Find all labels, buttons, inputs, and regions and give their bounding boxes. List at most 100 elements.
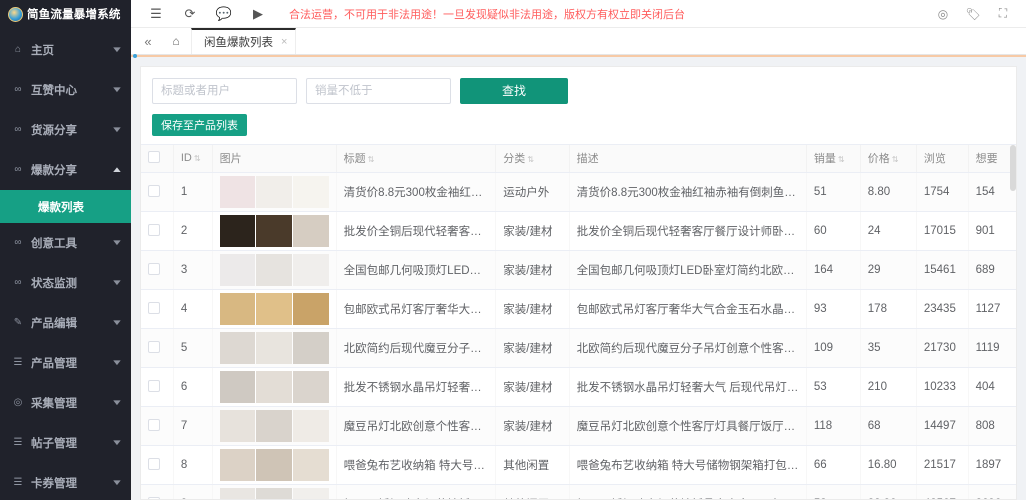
select-all-checkbox[interactable]	[148, 150, 160, 163]
table-row[interactable]: 7 魔豆吊灯北欧创意个性客厅灯具餐厅...家装/建材魔豆吊灯北欧创意个性客厅灯具餐…	[141, 406, 1016, 446]
row-checkbox-cell[interactable]	[141, 367, 174, 407]
sidebar-item-2[interactable]: ∞ 货源分享 ▼	[0, 110, 131, 150]
row-checkbox-cell[interactable]	[141, 328, 174, 368]
product-thumbnail[interactable]	[293, 488, 329, 499]
min-sales-input[interactable]	[306, 77, 451, 104]
sidebar-logo[interactable]: 简鱼流量暴增系统	[0, 0, 131, 28]
product-thumbnail[interactable]	[293, 410, 329, 442]
cell-title[interactable]: 喂爸兔布艺收纳箱 特大号储物钢架...	[336, 445, 497, 485]
cell-images[interactable]	[212, 250, 337, 290]
product-thumbnail[interactable]	[219, 332, 256, 364]
product-thumbnail[interactable]	[293, 371, 329, 403]
chat-icon[interactable]: 💬	[207, 0, 241, 28]
row-checkbox-cell[interactable]	[141, 484, 174, 499]
product-thumbnail[interactable]	[256, 332, 292, 364]
vertical-scrollbar[interactable]	[1010, 144, 1016, 191]
row-checkbox[interactable]	[148, 184, 160, 197]
row-checkbox[interactable]	[148, 457, 160, 470]
product-thumbnail[interactable]	[293, 449, 329, 481]
product-thumbnail[interactable]	[219, 176, 256, 208]
table-row[interactable]: 1 清货价8.8元300枚金袖红袖赤袖有倒...运动户外清货价8.8元300枚金袖…	[141, 172, 1016, 212]
sort-icon[interactable]: ⇅	[527, 155, 534, 164]
table-row[interactable]: 6 批发不锈钢水晶吊灯轻奢大气 后现...家装/建材批发不锈钢水晶吊灯轻奢大气 后…	[141, 367, 1016, 407]
cell-images[interactable]	[212, 484, 337, 499]
product-thumbnail[interactable]	[256, 371, 292, 403]
tab-hot-product-list[interactable]: 闲鱼爆款列表 ×	[191, 28, 297, 54]
tag-icon[interactable]: 🏷	[958, 0, 988, 28]
sort-icon[interactable]: ⇅	[368, 155, 375, 164]
sidebar-item-6[interactable]: ✎ 产品编辑 ▼	[0, 303, 131, 343]
product-thumbnail[interactable]	[219, 215, 256, 247]
product-thumbnail[interactable]	[293, 332, 329, 364]
cell-images[interactable]	[212, 367, 337, 407]
product-thumbnail[interactable]	[293, 176, 329, 208]
product-thumbnail[interactable]	[256, 449, 292, 481]
search-button[interactable]: 查找	[460, 77, 568, 104]
sidebar-item-5[interactable]: ∞ 状态监测 ▼	[0, 263, 131, 303]
column-header-6[interactable]: 销量 ⇅	[806, 144, 861, 173]
product-thumbnail[interactable]	[219, 254, 256, 286]
cell-title[interactable]: 加厚不锈钢晾衣架落地折叠室内家用...	[336, 484, 497, 499]
cell-images[interactable]	[212, 328, 337, 368]
row-checkbox[interactable]	[148, 301, 160, 314]
sidebar-item-10[interactable]: ☰ 卡券管理 ▼	[0, 463, 131, 500]
cell-title[interactable]: 批发不锈钢水晶吊灯轻奢大气 后现...	[336, 367, 497, 407]
palette-icon[interactable]: ◎	[928, 0, 958, 28]
table-row[interactable]: 3 全国包邮几何吸顶灯LED卧室灯简约...家装/建材全国包邮几何吸顶灯LED卧室…	[141, 250, 1016, 290]
row-checkbox-cell[interactable]	[141, 172, 174, 212]
cell-images[interactable]	[212, 406, 337, 446]
menu-collapse-icon[interactable]: ☰	[139, 0, 173, 28]
home-icon[interactable]: ⌂	[161, 28, 191, 54]
row-checkbox-cell[interactable]	[141, 250, 174, 290]
row-checkbox-cell[interactable]	[141, 445, 174, 485]
row-checkbox[interactable]	[148, 496, 160, 499]
product-thumbnail[interactable]	[293, 254, 329, 286]
fullscreen-icon[interactable]: ⛶	[988, 0, 1018, 28]
table-row[interactable]: 5 北欧简约后现代魔豆分子吊灯创意个...家装/建材北欧简约后现代魔豆分子吊灯创意…	[141, 328, 1016, 368]
product-thumbnail[interactable]	[293, 215, 329, 247]
sidebar-item-7[interactable]: ☰ 产品管理 ▼	[0, 343, 131, 383]
row-checkbox[interactable]	[148, 340, 160, 353]
column-header-3[interactable]: 标题 ⇅	[336, 144, 497, 173]
column-header-4[interactable]: 分类 ⇅	[495, 144, 570, 173]
cell-images[interactable]	[212, 289, 337, 329]
save-to-product-list-button[interactable]: 保存至产品列表	[152, 113, 247, 136]
product-thumbnail[interactable]	[219, 449, 256, 481]
play-icon[interactable]: ▶	[241, 0, 275, 28]
product-thumbnail[interactable]	[219, 371, 256, 403]
row-checkbox[interactable]	[148, 262, 160, 275]
data-table-container[interactable]: ID⇅图片标题⇅分类⇅描述销量⇅价格⇅浏览想要超赞添加时间 1清货价8.8元30…	[141, 143, 1016, 499]
sidebar-item-4[interactable]: ∞ 创意工具 ▼	[0, 223, 131, 263]
table-row[interactable]: 8 喂爸兔布艺收纳箱 特大号储物钢架...其他闲置喂爸兔布艺收纳箱 特大号储物钢架…	[141, 445, 1016, 485]
sort-icon[interactable]: ⇅	[892, 155, 899, 164]
product-thumbnail[interactable]	[219, 293, 256, 325]
row-checkbox-cell[interactable]	[141, 211, 174, 251]
row-checkbox[interactable]	[148, 223, 160, 236]
cell-title[interactable]: 全国包邮几何吸顶灯LED卧室灯简约...	[336, 250, 497, 290]
sidebar-item-9[interactable]: ☰ 帖子管理 ▼	[0, 423, 131, 463]
row-checkbox[interactable]	[148, 418, 160, 431]
sidebar-item-3[interactable]: ∞ 爆款分享 ▲	[0, 150, 131, 190]
cell-title[interactable]: 批发价全铜后现代轻奢客厅餐厅设计...	[336, 211, 497, 251]
keyword-input[interactable]	[152, 77, 297, 104]
product-thumbnail[interactable]	[219, 410, 256, 442]
row-checkbox-cell[interactable]	[141, 289, 174, 329]
cell-title[interactable]: 魔豆吊灯北欧创意个性客厅灯具餐厅...	[336, 406, 497, 446]
product-thumbnail[interactable]	[256, 410, 292, 442]
close-icon[interactable]: ×	[281, 36, 287, 48]
sidebar-item-8[interactable]: ◎ 采集管理 ▼	[0, 383, 131, 423]
column-header-1[interactable]: ID ⇅	[173, 144, 213, 173]
sidebar-item-1[interactable]: ∞ 互赞中心 ▼	[0, 70, 131, 110]
cell-title[interactable]: 北欧简约后现代魔豆分子吊灯创意个...	[336, 328, 497, 368]
column-header-7[interactable]: 价格 ⇅	[860, 144, 917, 173]
product-thumbnail[interactable]	[256, 488, 292, 499]
sort-icon[interactable]: ⇅	[194, 154, 201, 163]
cell-title[interactable]: 清货价8.8元300枚金袖红袖赤袖有倒...	[336, 172, 497, 212]
table-row[interactable]: 9 加厚不锈钢晾衣架落地折叠室内家用...其他闲置加厚不锈钢晾衣架落地折叠室内家用…	[141, 484, 1016, 499]
cell-images[interactable]	[212, 211, 337, 251]
table-row[interactable]: 4 包邮欧式吊灯客厅奢华大气合金玉石...家装/建材包邮欧式吊灯客厅奢华大气合金玉…	[141, 289, 1016, 329]
table-row[interactable]: 2 批发价全铜后现代轻奢客厅餐厅设计...家装/建材批发价全铜后现代轻奢客厅餐厅设…	[141, 211, 1016, 251]
sort-icon[interactable]: ⇅	[838, 155, 845, 164]
cell-images[interactable]	[212, 445, 337, 485]
double-chevron-left-icon[interactable]: «	[135, 28, 161, 54]
